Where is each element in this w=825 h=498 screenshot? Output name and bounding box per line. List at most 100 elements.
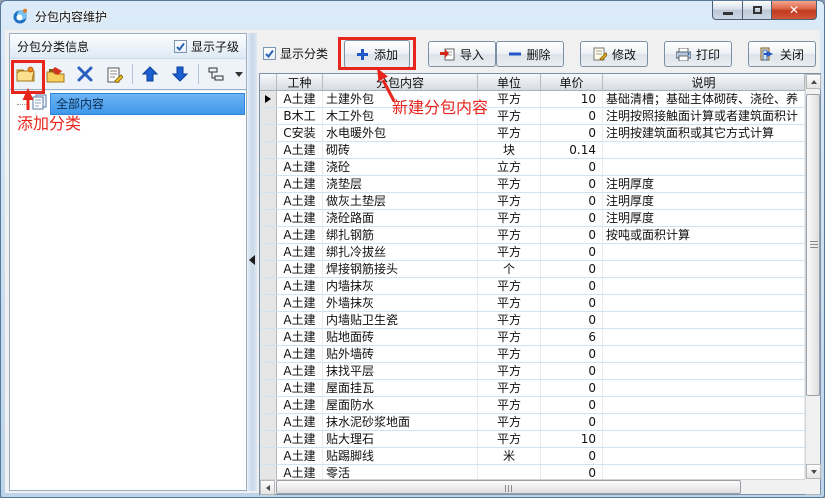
cell-unit[interactable]: 平方 [478, 329, 541, 345]
cell-note[interactable]: 按吨或面积计算 [603, 227, 805, 243]
table-row[interactable]: A土建砌砖块0.14 [260, 142, 805, 159]
cell-note[interactable] [603, 244, 805, 260]
cell-content[interactable]: 绑扎冷拔丝 [323, 244, 478, 260]
cell-worktype[interactable]: A土建 [277, 176, 323, 192]
table-row[interactable]: A土建贴外墙砖平方0 [260, 346, 805, 363]
cell-worktype[interactable]: A土建 [277, 397, 323, 413]
cell-unit[interactable]: 个 [478, 261, 541, 277]
row-selector[interactable] [260, 159, 277, 175]
cell-content[interactable]: 贴踢脚线 [323, 448, 478, 464]
cell-note[interactable] [603, 261, 805, 277]
tree-view-dropdown-caret[interactable] [235, 72, 243, 77]
cell-content[interactable]: 浇砼路面 [323, 210, 478, 226]
cell-content[interactable]: 土建外包 [323, 91, 478, 107]
cell-worktype[interactable]: A土建 [277, 380, 323, 396]
header-content[interactable]: 分包内容 [323, 74, 478, 90]
row-selector[interactable] [260, 125, 277, 141]
paste-note-icon[interactable] [101, 61, 126, 87]
scroll-left-button[interactable] [260, 480, 275, 495]
delete-category-icon[interactable] [72, 61, 97, 87]
cell-note[interactable]: 注明厚度 [603, 193, 805, 209]
cell-price[interactable]: 0 [541, 210, 603, 226]
cell-worktype[interactable]: A土建 [277, 414, 323, 430]
cell-worktype[interactable]: A土建 [277, 210, 323, 226]
row-selector[interactable] [260, 295, 277, 311]
show-category-checkbox[interactable] [263, 47, 276, 60]
new-category-folder-icon[interactable] [13, 61, 38, 87]
table-row[interactable]: A土建外墙抹灰平方0 [260, 295, 805, 312]
cell-unit[interactable]: 平方 [478, 125, 541, 141]
cell-note[interactable] [603, 397, 805, 413]
cell-content[interactable]: 外墙抹灰 [323, 295, 478, 311]
cell-price[interactable]: 6 [541, 329, 603, 345]
table-row[interactable]: A土建贴大理石平方10 [260, 431, 805, 448]
cell-unit[interactable]: 块 [478, 142, 541, 158]
close-window-button[interactable]: 关闭 [748, 41, 816, 67]
table-row[interactable]: A土建屋面挂瓦平方0 [260, 380, 805, 397]
table-row[interactable]: A土建内墙贴卫生瓷平方0 [260, 312, 805, 329]
cell-note[interactable] [603, 431, 805, 447]
cell-unit[interactable]: 平方 [478, 244, 541, 260]
table-row[interactable]: B木工木工外包平方0注明按照接触面计算或者建筑面积计 [260, 108, 805, 125]
cell-price[interactable]: 0 [541, 363, 603, 379]
cell-worktype[interactable]: A土建 [277, 278, 323, 294]
row-selector[interactable] [260, 312, 277, 328]
vertical-scrollbar[interactable] [805, 74, 820, 479]
tree-item-all-content[interactable]: 全部内容 [10, 94, 245, 114]
row-selector[interactable] [260, 414, 277, 430]
table-row[interactable]: A土建做灰土垫层平方0注明厚度 [260, 193, 805, 210]
cell-price[interactable]: 0 [541, 380, 603, 396]
row-selector[interactable] [260, 346, 277, 362]
table-row[interactable]: A土建浇垫层平方0注明厚度 [260, 176, 805, 193]
cell-worktype[interactable]: A土建 [277, 261, 323, 277]
cell-price[interactable]: 0 [541, 108, 603, 124]
tree-view-icon[interactable] [204, 61, 229, 87]
table-row[interactable]: A土建焊接钢筋接头个0 [260, 261, 805, 278]
cell-price[interactable]: 10 [541, 91, 603, 107]
row-selector[interactable] [260, 431, 277, 447]
row-selector[interactable] [260, 278, 277, 294]
move-down-icon[interactable] [167, 61, 192, 87]
vertical-scroll-track[interactable] [806, 89, 820, 464]
cell-unit[interactable]: 平方 [478, 210, 541, 226]
cell-worktype[interactable]: C安装 [277, 125, 323, 141]
cell-note[interactable] [603, 142, 805, 158]
cell-content[interactable]: 贴大理石 [323, 431, 478, 447]
cell-unit[interactable]: 平方 [478, 346, 541, 362]
cell-worktype[interactable]: A土建 [277, 244, 323, 260]
row-selector[interactable] [260, 448, 277, 464]
cell-price[interactable]: 0 [541, 448, 603, 464]
cell-note[interactable] [603, 414, 805, 430]
cell-note[interactable]: 注明厚度 [603, 210, 805, 226]
cell-content[interactable]: 焊接钢筋接头 [323, 261, 478, 277]
cell-content[interactable]: 抹找平层 [323, 363, 478, 379]
add-button[interactable]: 添加 [344, 40, 410, 68]
cell-note[interactable] [603, 363, 805, 379]
cell-unit[interactable]: 平方 [478, 363, 541, 379]
edit-category-folder-icon[interactable] [42, 61, 67, 87]
delete-button[interactable]: 删除 [496, 41, 564, 67]
show-category-checkbox-group[interactable]: 显示分类 [263, 45, 328, 62]
cell-content[interactable]: 抹水泥砂浆地面 [323, 414, 478, 430]
cell-price[interactable]: 0 [541, 278, 603, 294]
table-row[interactable]: A土建绑扎钢筋平方0按吨或面积计算 [260, 227, 805, 244]
cell-unit[interactable]: 平方 [478, 414, 541, 430]
cell-content[interactable]: 屋面挂瓦 [323, 380, 478, 396]
scroll-down-button[interactable] [806, 464, 821, 479]
table-row[interactable]: A土建零活0 [260, 465, 805, 479]
cell-price[interactable]: 0 [541, 346, 603, 362]
cell-note[interactable] [603, 346, 805, 362]
table-row[interactable]: A土建屋面防水平方0 [260, 397, 805, 414]
cell-worktype[interactable]: B木工 [277, 108, 323, 124]
tree-item-label[interactable]: 全部内容 [50, 93, 245, 115]
row-selector[interactable] [260, 108, 277, 124]
cell-unit[interactable]: 平方 [478, 278, 541, 294]
table-row[interactable]: A土建浇砼立方0 [260, 159, 805, 176]
cell-unit[interactable]: 平方 [478, 227, 541, 243]
row-selector[interactable] [260, 380, 277, 396]
import-button[interactable]: 导入 [428, 41, 496, 67]
cell-unit[interactable]: 平方 [478, 295, 541, 311]
show-children-checkbox-group[interactable]: 显示子级 [174, 38, 239, 55]
scroll-up-button[interactable] [806, 74, 821, 89]
close-button[interactable]: ✕ [772, 1, 817, 20]
